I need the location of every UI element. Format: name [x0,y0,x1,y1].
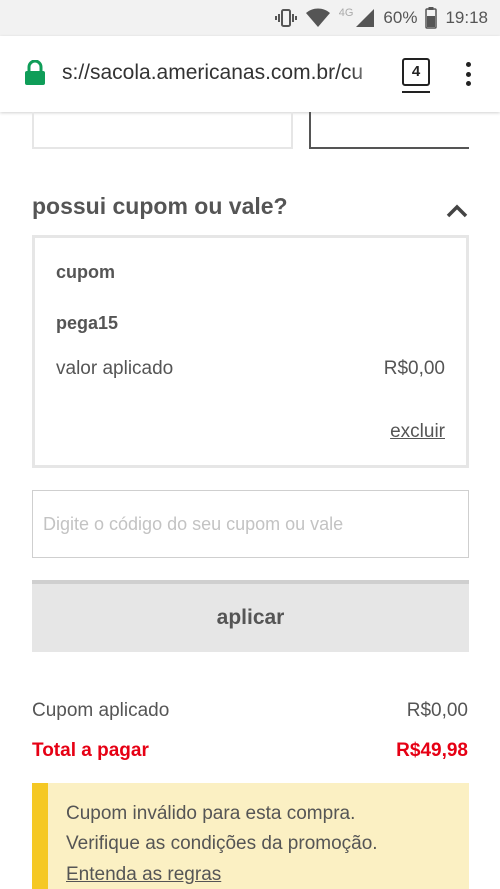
remove-coupon-link[interactable]: excluir [390,421,445,443]
url-field[interactable]: s://sacola.americanas.com.br/cu [62,61,386,85]
wifi-icon [305,8,331,28]
coupon-label: cupom [56,262,116,282]
total-value: R$49,98 [396,740,468,761]
applied-coupon-card: cupom pega15 valor aplicado R$0,00 exclu… [32,235,469,468]
tab-switcher-underline [402,91,430,93]
coupon-code: pega15 [56,313,119,333]
battery-icon [425,7,438,29]
lock-icon [24,59,46,91]
alert-message: Cupom inválido para esta compra. [66,803,356,824]
chevron-up-icon[interactable] [446,204,468,223]
overflow-menu-icon[interactable] [466,62,472,86]
shipping-option-card-selected[interactable] [309,112,469,149]
coupon-applied-value: R$0,00 [406,700,468,721]
shipping-option-card[interactable] [32,112,293,149]
signal-icon [355,8,375,28]
network-type-label: 4G [338,7,354,19]
coupon-section-title: possui cupom ou vale? [32,193,288,219]
status-icons: 4G 60% 19:18 [274,4,488,32]
battery-percent: 60% [383,8,418,27]
alert-submessage: Verifique as condições da promoção. [66,833,378,854]
rules-link[interactable]: Entenda as regras [66,864,221,886]
status-bar: 4G 60% 19:18 [0,0,500,36]
coupon-code-input[interactable] [32,490,469,558]
applied-value-label: valor aplicado [56,358,174,379]
clock: 19:18 [445,8,488,27]
browser-toolbar: s://sacola.americanas.com.br/cu 4 [0,36,500,112]
invalid-coupon-alert: Cupom inválido para esta compra. Verifiq… [32,783,469,889]
coupon-applied-label: Cupom aplicado [32,700,170,721]
apply-coupon-button[interactable]: aplicar [32,580,469,652]
url-fade [350,56,390,92]
vibrate-icon [274,8,297,28]
tab-switcher-button[interactable]: 4 [402,58,430,86]
applied-value: R$0,00 [383,358,445,379]
total-label: Total a pagar [32,740,149,761]
